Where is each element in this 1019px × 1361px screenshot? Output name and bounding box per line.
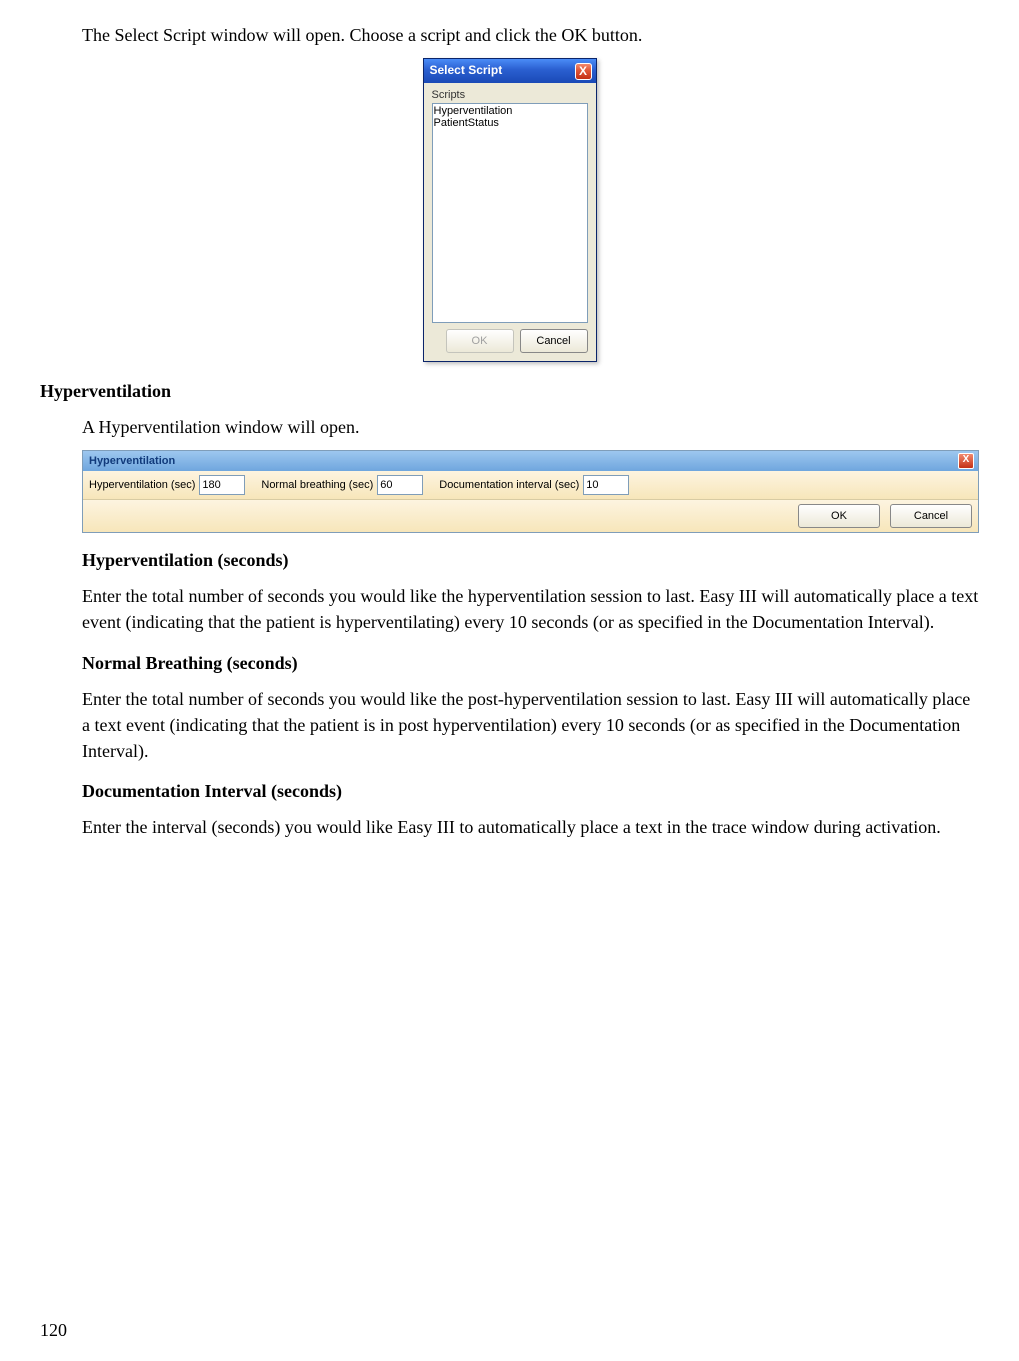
scripts-group-label: Scripts	[432, 89, 588, 101]
di-heading: Documentation Interval (seconds)	[82, 778, 979, 804]
di-sec-input[interactable]	[583, 475, 629, 495]
hv-title: Hyperventilation	[89, 455, 175, 467]
hv-sec-input[interactable]	[199, 475, 245, 495]
ok-button[interactable]: OK	[798, 504, 880, 528]
ok-button: OK	[446, 329, 514, 353]
section-title: Hyperventilation	[40, 378, 979, 404]
close-icon[interactable]: X	[958, 453, 974, 469]
hv-body: Enter the total number of seconds you wo…	[82, 583, 979, 635]
di-body: Enter the interval (seconds) you would l…	[82, 814, 979, 840]
hv-heading: Hyperventilation (seconds)	[82, 547, 979, 573]
scripts-list[interactable]: Hyperventilation PatientStatus	[432, 103, 588, 323]
nb-body: Enter the total number of seconds you wo…	[82, 686, 979, 764]
dialog-title: Select Script	[430, 62, 503, 79]
cancel-button[interactable]: Cancel	[890, 504, 972, 528]
select-script-dialog: Select Script X Scripts Hyperventilation…	[423, 58, 597, 362]
hv-sec-label: Hyperventilation (sec)	[89, 479, 195, 491]
page-number: 120	[40, 1317, 67, 1343]
intro-text: The Select Script window will open. Choo…	[82, 22, 979, 48]
di-sec-label: Documentation interval (sec)	[439, 479, 579, 491]
nb-sec-label: Normal breathing (sec)	[261, 479, 373, 491]
nb-heading: Normal Breathing (seconds)	[82, 650, 979, 676]
open-text: A Hyperventilation window will open.	[82, 414, 979, 440]
nb-sec-input[interactable]	[377, 475, 423, 495]
hyperventilation-bar: Hyperventilation X Hyperventilation (sec…	[82, 450, 979, 533]
hv-titlebar: Hyperventilation X	[83, 451, 978, 471]
list-item[interactable]: Hyperventilation	[434, 105, 586, 117]
list-item[interactable]: PatientStatus	[434, 117, 586, 129]
close-icon[interactable]: X	[575, 63, 592, 80]
cancel-button[interactable]: Cancel	[520, 329, 588, 353]
dialog-titlebar: Select Script X	[424, 59, 596, 83]
